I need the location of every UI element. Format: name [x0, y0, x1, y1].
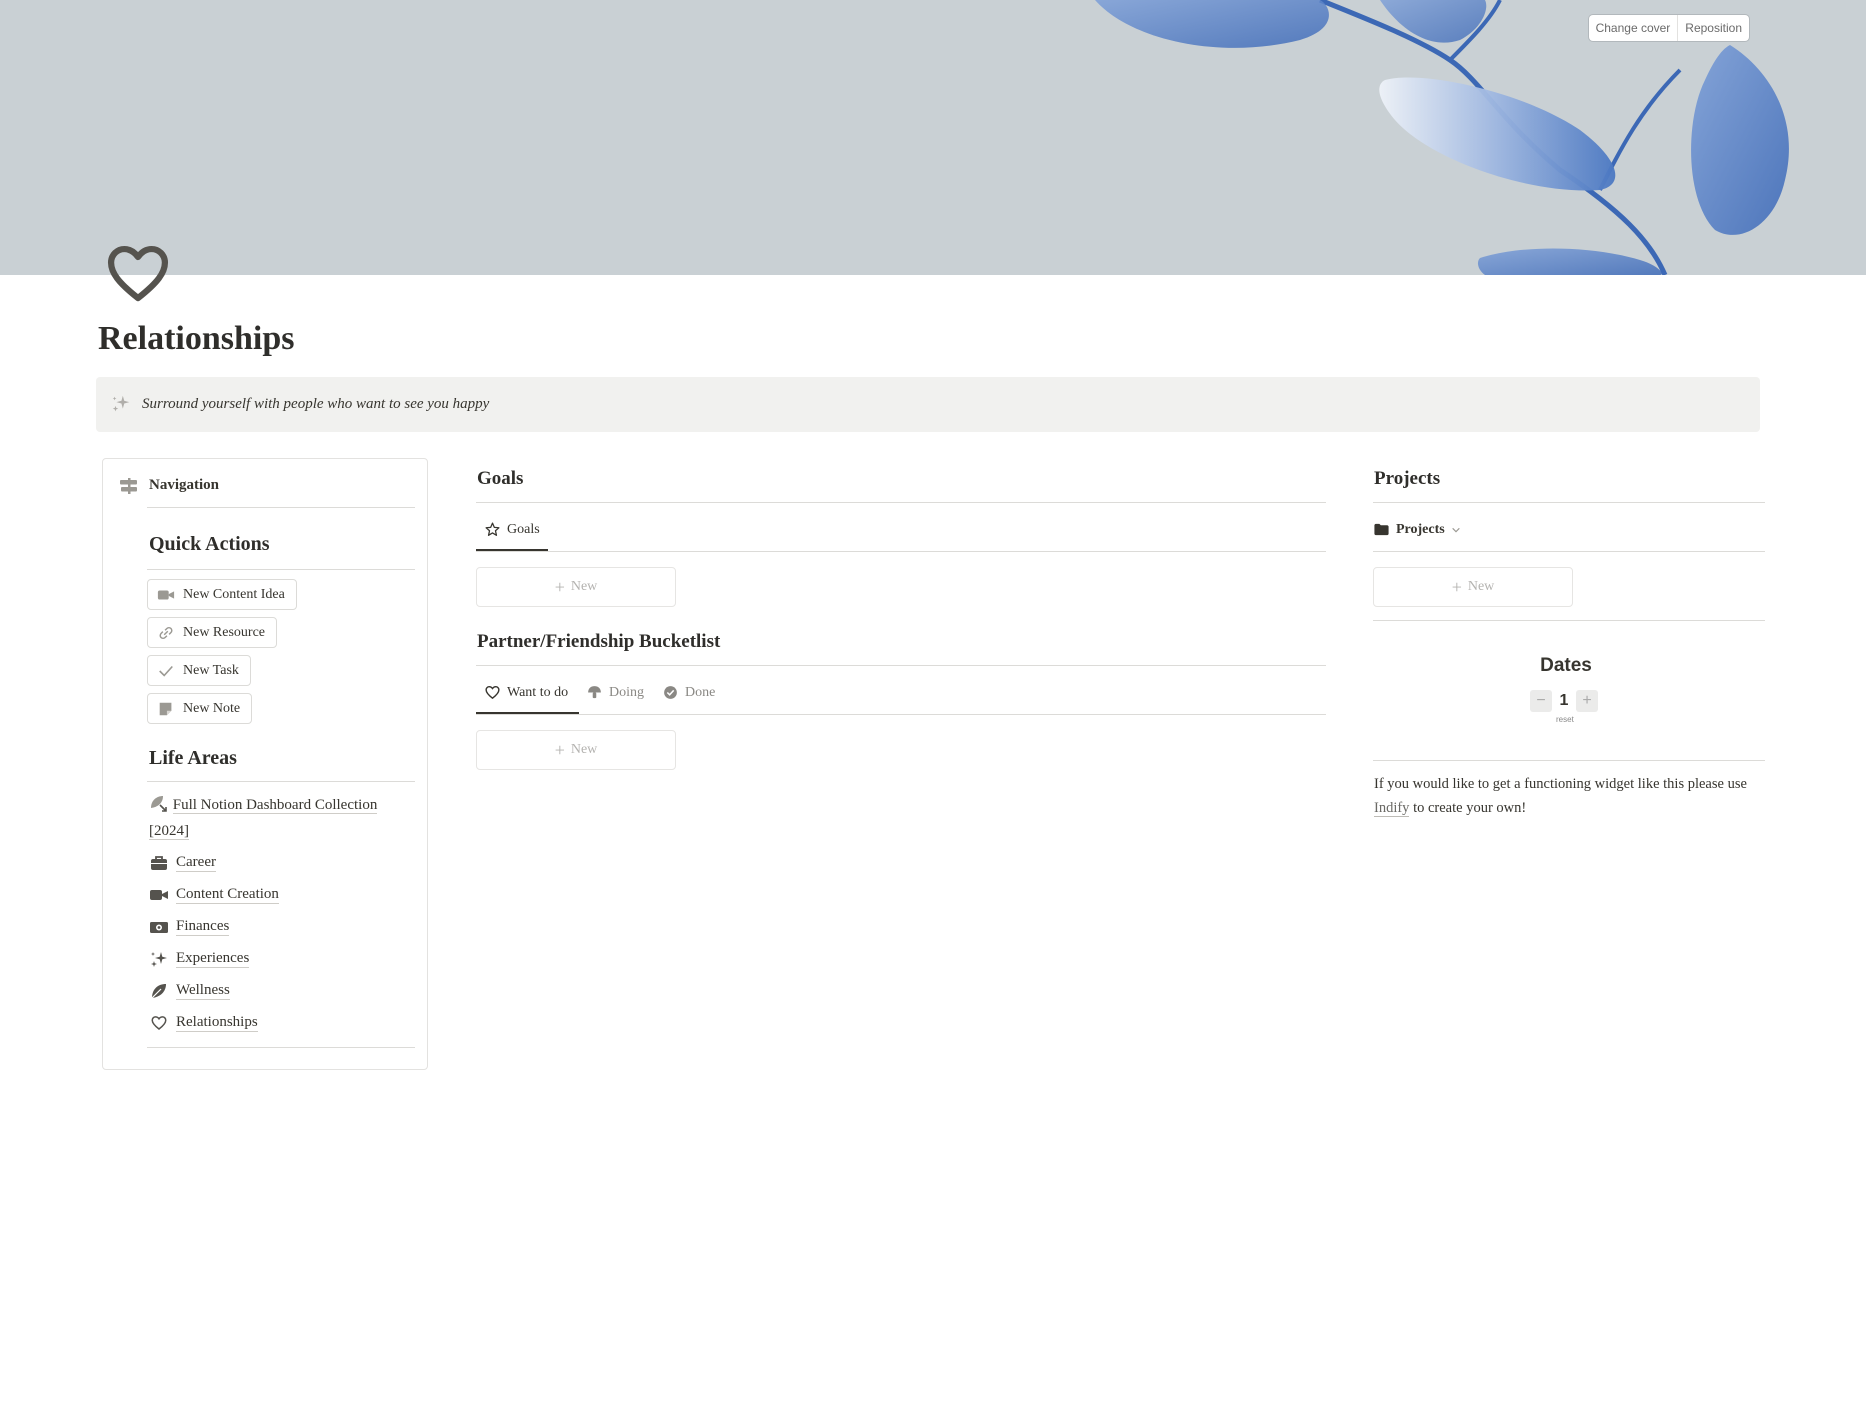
divider [476, 665, 1326, 666]
life-areas-heading: Life Areas [149, 747, 237, 769]
dates-counter: − 1 + [1530, 690, 1598, 712]
decrement-button[interactable]: − [1530, 690, 1552, 712]
new-note-button[interactable]: New Note [147, 693, 253, 724]
divider [1373, 551, 1765, 552]
check-circle-icon [664, 686, 677, 699]
page-title: Relationships [98, 320, 295, 357]
bucketlist-new-button[interactable]: + New [476, 730, 676, 770]
projects-heading: Projects [1374, 468, 1441, 489]
mushroom-icon [588, 686, 601, 699]
divider [476, 502, 1326, 503]
signpost-icon [120, 477, 137, 494]
folder-icon [1374, 523, 1389, 536]
life-area-label: Career [176, 854, 216, 872]
watercolor-leaves-illustration [1095, 0, 1789, 275]
tab-label: Doing [609, 684, 644, 700]
divider [1373, 620, 1765, 621]
tab-doing[interactable]: Doing [586, 684, 644, 701]
navigation-panel: Navigation Quick Actions New Content Ide… [102, 458, 428, 1070]
tab-label: Goals [507, 521, 540, 537]
video-camera-icon [157, 590, 175, 599]
tab-want-to-do[interactable]: Want to do [484, 684, 568, 701]
callout-text: Surround yourself with people who want t… [142, 396, 490, 412]
tab-goals[interactable]: Goals [484, 521, 540, 538]
life-area-career[interactable]: Career [149, 853, 216, 872]
navigation-label: Navigation [149, 477, 220, 493]
quick-action-label: New Resource [183, 624, 266, 640]
star-icon [485, 522, 500, 536]
money-icon [150, 921, 168, 933]
quick-action-label: New Note [183, 700, 241, 716]
widget-note: If you would like to get a functioning w… [1374, 772, 1774, 820]
dates-widget-title: Dates [1540, 655, 1592, 676]
plus-icon: + [554, 577, 565, 597]
reset-link[interactable]: reset [1556, 715, 1574, 724]
heart-outline-icon[interactable] [104, 240, 172, 308]
divider [476, 551, 1326, 552]
video-camera-icon [150, 889, 168, 900]
life-area-label: Finances [176, 918, 230, 936]
indify-link[interactable]: Indify [1374, 800, 1410, 817]
life-area-label: Wellness [176, 982, 230, 1000]
checkmark-icon [159, 665, 173, 677]
bucketlist-heading: Partner/Friendship Bucketlist [477, 631, 721, 652]
quick-action-label: New Task [183, 662, 239, 678]
tab-label: Projects [1396, 521, 1445, 537]
briefcase-icon [151, 855, 167, 870]
note-text: to create your own! [1409, 800, 1527, 816]
tab-done[interactable]: Done [662, 684, 715, 701]
sparkles-icon [112, 395, 130, 412]
life-area-dashboard-collection[interactable]: Full Notion Dashboard Collection [2024] [149, 792, 419, 844]
divider [147, 569, 415, 570]
divider [476, 714, 1326, 715]
heart-icon [485, 685, 500, 700]
divider [147, 507, 415, 508]
new-task-button[interactable]: New Task [147, 655, 251, 686]
leaf-link-icon [151, 796, 167, 812]
divider [1373, 760, 1765, 761]
cover-image: Change cover Reposition [0, 0, 1866, 275]
cover-controls: Change cover Reposition [1588, 15, 1749, 41]
new-label: New [570, 579, 598, 594]
quick-action-label: New Content Idea [183, 586, 285, 602]
counter-value: 1 [1559, 692, 1569, 709]
quote-callout: Surround yourself with people who want t… [96, 377, 1760, 432]
quick-actions-heading: Quick Actions [149, 533, 270, 555]
increment-button[interactable]: + [1576, 690, 1598, 712]
life-area-label: Experiences [176, 950, 250, 968]
divider [1373, 502, 1765, 503]
divider [147, 781, 415, 782]
heart-icon [151, 1015, 167, 1030]
tab-label: Want to do [507, 684, 569, 700]
sticky-note-icon [159, 702, 172, 715]
divider [147, 1047, 415, 1048]
life-area-label: Full Notion Dashboard Collection [2024] [149, 797, 378, 840]
sparkles-icon [151, 951, 167, 967]
goals-new-button[interactable]: + New [476, 567, 676, 607]
tab-label: Done [685, 684, 716, 700]
navigation-header[interactable]: Navigation [119, 477, 219, 494]
goals-heading: Goals [477, 468, 524, 489]
new-label: New [570, 742, 598, 757]
note-text: If you would like to get a functioning w… [1374, 776, 1747, 792]
life-area-label: Relationships [176, 1014, 258, 1032]
life-area-relationships[interactable]: Relationships [149, 1013, 258, 1032]
life-area-content-creation[interactable]: Content Creation [149, 885, 279, 904]
plus-icon: + [1451, 577, 1462, 597]
chevron-down-icon [1451, 527, 1460, 532]
plus-icon: + [554, 740, 565, 760]
projects-view-selector[interactable]: Projects [1373, 521, 1461, 538]
new-label: New [1467, 579, 1495, 594]
life-area-wellness[interactable]: Wellness [149, 981, 230, 1000]
change-cover-button[interactable]: Change cover [1589, 15, 1678, 41]
link-icon [159, 626, 173, 639]
projects-new-button[interactable]: + New [1373, 567, 1573, 607]
new-content-idea-button[interactable]: New Content Idea [147, 579, 297, 610]
reposition-button[interactable]: Reposition [1677, 15, 1749, 41]
life-area-label: Content Creation [176, 886, 279, 904]
life-area-finances[interactable]: Finances [149, 917, 230, 936]
leaf-icon [151, 983, 166, 998]
life-area-experiences[interactable]: Experiences [149, 949, 250, 968]
new-resource-button[interactable]: New Resource [147, 617, 278, 648]
